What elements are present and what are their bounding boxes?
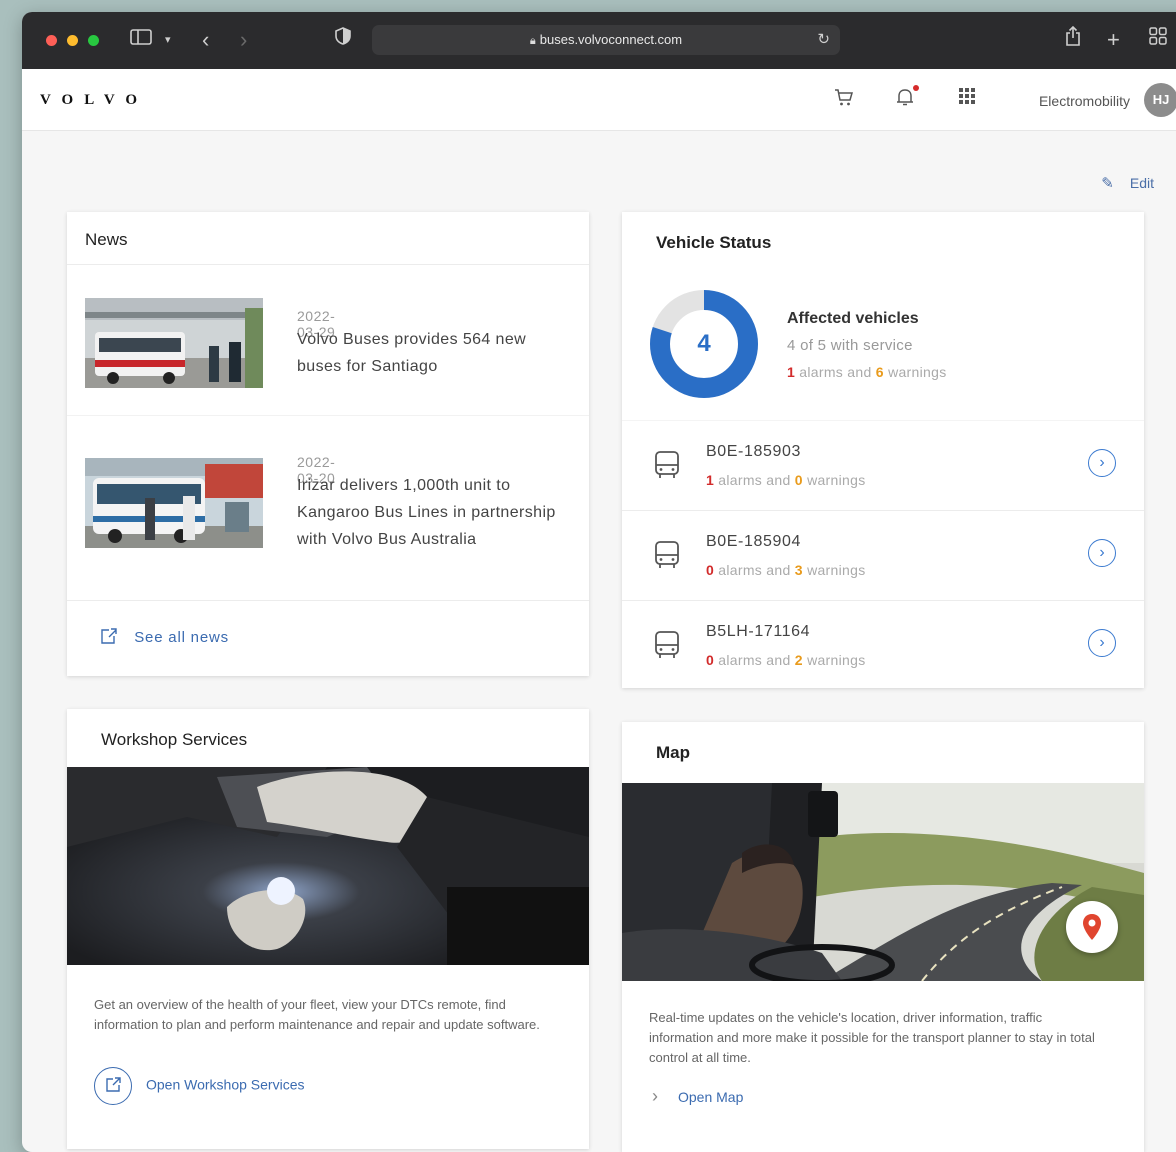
bus-icon — [654, 630, 680, 665]
forward-icon[interactable]: › — [240, 26, 247, 54]
pencil-icon: ✎ — [1101, 175, 1114, 192]
see-all-news-label: See all news — [134, 629, 229, 646]
news-headline: Irizar delivers 1,000th unit to Kangaroo… — [297, 477, 556, 548]
warning-count: 6 — [875, 364, 884, 380]
external-link-icon — [94, 1067, 132, 1105]
location-pin-button[interactable] — [1066, 901, 1118, 953]
address-bar[interactable]: 🔒︎ buses.volvoconnect.com ↻ — [372, 25, 840, 55]
divider — [67, 264, 589, 265]
vehicle-alert-summary: 0 alarms and 2 warnings — [706, 652, 866, 668]
news-thumbnail-bus-station — [85, 298, 263, 388]
donut-value: 4 — [697, 330, 711, 357]
notification-dot — [913, 85, 919, 91]
edit-label: Edit — [1129, 175, 1154, 191]
alarms-text: alarms and — [718, 562, 791, 578]
bus-icon — [654, 540, 680, 575]
warning-count: 2 — [794, 652, 803, 668]
affected-summary: 1 alarms and 6 warnings — [787, 364, 947, 380]
workspace-selector[interactable]: Electromobility — [1039, 93, 1130, 109]
alarms-text: alarms and — [718, 652, 791, 668]
open-workshop-services-label: Open Workshop Services — [146, 1076, 305, 1093]
workshop-services-title: Workshop Services — [101, 730, 248, 749]
vehicle-status-card: Vehicle Status 4 Affected vehicles 4 of … — [622, 212, 1144, 688]
warnings-text: warnings — [807, 562, 866, 578]
workshop-services-card: Workshop Services Get an overview of the… — [67, 709, 589, 1149]
map-title: Map — [656, 743, 690, 762]
open-map-label: Open Map — [678, 1089, 744, 1105]
vehicle-row[interactable]: B5LH-171164 0 alarms and 2 warnings › — [622, 600, 1144, 690]
minimize-window-button[interactable] — [67, 35, 78, 46]
chevron-right-icon[interactable]: › — [1088, 629, 1116, 657]
vehicle-id: B0E-185903 — [706, 443, 801, 460]
chevron-right-icon[interactable]: › — [1088, 539, 1116, 567]
url-text: buses.volvoconnect.com — [539, 32, 683, 47]
edit-button[interactable]: ✎ Edit — [1101, 174, 1154, 192]
alarm-count: 1 — [706, 472, 715, 488]
lock-icon: 🔒︎ — [529, 35, 536, 47]
external-link-icon — [100, 628, 122, 646]
news-title: News — [85, 230, 128, 249]
open-map-link[interactable]: › Open Map — [652, 1086, 743, 1107]
bus-icon — [654, 450, 680, 485]
zoom-window-button[interactable] — [88, 35, 99, 46]
divider — [67, 600, 589, 601]
vehicle-row[interactable]: B0E-185904 0 alarms and 3 warnings › — [622, 510, 1144, 600]
chevron-right-icon: › — [652, 1086, 658, 1106]
warning-count: 3 — [794, 562, 803, 578]
alarm-count: 0 — [706, 562, 715, 578]
alarms-text: alarms and — [799, 364, 872, 380]
warnings-text: warnings — [807, 472, 866, 488]
new-tab-icon[interactable]: + — [1107, 26, 1120, 54]
alarm-count: 1 — [787, 364, 796, 380]
reload-icon[interactable]: ↻ — [817, 25, 830, 55]
close-window-button[interactable] — [46, 35, 57, 46]
see-all-news-link[interactable]: See all news — [100, 628, 229, 647]
warning-count: 0 — [794, 472, 803, 488]
divider — [67, 415, 589, 416]
affected-vehicles-title: Affected vehicles — [787, 310, 919, 327]
avatar[interactable]: HJ — [1144, 83, 1176, 117]
map-card: Map Real-time updates on the vehicle's l… — [622, 722, 1144, 1152]
vehicle-id: B0E-185904 — [706, 533, 801, 550]
browser-toolbar: ▾ ‹ › 🔒︎ buses.volvoconnect.com ↻ + — [22, 12, 1176, 69]
sidebar-toggle-icon[interactable] — [130, 26, 152, 54]
vehicle-row[interactable]: B0E-185903 1 alarms and 0 warnings › — [622, 420, 1144, 510]
news-headline: Volvo Buses provides 564 new buses for S… — [297, 331, 527, 375]
back-icon[interactable]: ‹ — [202, 26, 209, 54]
warnings-text: warnings — [888, 364, 947, 380]
workshop-photo — [67, 767, 589, 965]
workshop-description: Get an overview of the health of your fl… — [94, 997, 540, 1032]
map-photo — [622, 783, 1144, 981]
alarms-text: alarms and — [718, 472, 791, 488]
vehicle-alert-summary: 1 alarms and 0 warnings — [706, 472, 866, 488]
privacy-shield-icon[interactable] — [335, 26, 351, 54]
alarm-count: 0 — [706, 652, 715, 668]
chevron-right-icon[interactable]: › — [1088, 449, 1116, 477]
app-header: VOLVO Electromobility HJ — [22, 69, 1176, 131]
bell-icon[interactable] — [896, 85, 919, 113]
share-icon[interactable] — [1065, 25, 1081, 55]
warnings-text: warnings — [807, 652, 866, 668]
cart-icon[interactable] — [834, 87, 854, 113]
open-workshop-services-link[interactable]: Open Workshop Services — [94, 1067, 304, 1105]
map-description: Real-time updates on the vehicle's locat… — [649, 1010, 1095, 1065]
browser-window: ▾ ‹ › 🔒︎ buses.volvoconnect.com ↻ + VOLVO — [22, 12, 1176, 1152]
news-thumbnail-coach — [85, 458, 263, 548]
affected-vehicles-subtitle: 4 of 5 with service — [787, 337, 913, 354]
map-pin-icon — [1083, 914, 1101, 940]
tab-overview-icon[interactable] — [1149, 26, 1167, 54]
volvo-logo[interactable]: VOLVO — [40, 92, 148, 109]
vehicle-id: B5LH-171164 — [706, 623, 811, 640]
chevron-down-icon[interactable]: ▾ — [165, 26, 171, 54]
vehicle-alert-summary: 0 alarms and 3 warnings — [706, 562, 866, 578]
vehicle-status-title: Vehicle Status — [656, 233, 772, 252]
news-card: News 2022-03-29 Volvo Buses provides 564… — [67, 212, 589, 676]
app-grid-icon[interactable] — [958, 87, 976, 111]
